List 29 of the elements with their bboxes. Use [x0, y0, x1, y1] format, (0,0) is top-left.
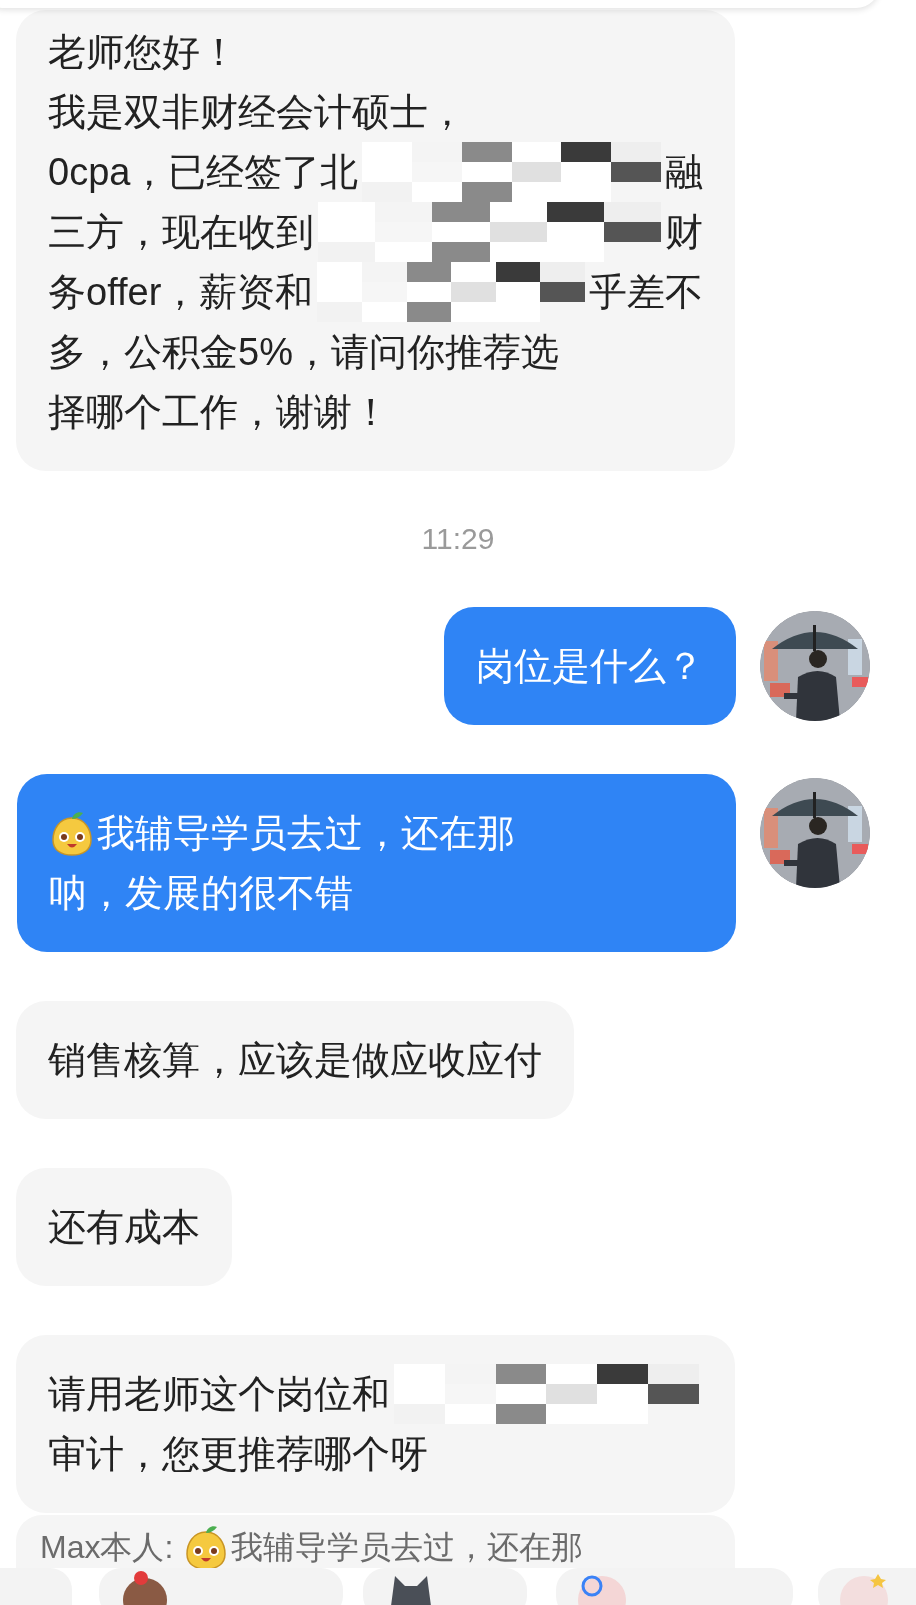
message-text: 三方，现在收到: [48, 210, 314, 255]
message-bubble[interactable]: 我辅导学员去过，还在那 呐，发展的很不错: [17, 774, 736, 952]
message-text: 呐，发展的很不错: [49, 871, 353, 916]
message-text: 融: [665, 150, 703, 195]
message-bubble[interactable]: 老师您好！ 我是双非财经会计硕士， 0cpa，已经签了北 融 三方，现在收到 财 务offer，薪资和 乎差不 多，公积金5%，请问你推荐选 择哪个工作，谢谢！: [16, 10, 735, 471]
quote-author: Max本人:: [40, 1528, 174, 1567]
message-text: 多，公积金5%，请问你推荐选: [48, 330, 559, 375]
message-bubble[interactable]: 销售核算，应该是做应收应付: [16, 1001, 574, 1119]
message-bubble[interactable]: 岗位是什么？: [444, 607, 736, 725]
message-text: 老师您好！: [48, 30, 238, 75]
message-text: 销售核算，应该是做应收应付: [48, 1038, 542, 1083]
message-bubble[interactable]: 还有成本: [16, 1168, 232, 1286]
message-text: 审计，您更推荐哪个呀: [48, 1432, 428, 1477]
reply-chip[interactable]: [363, 1568, 527, 1605]
emoji-icon: [49, 810, 95, 856]
message-text: 我辅导学员去过，还在那: [231, 1528, 584, 1567]
message-text: 乎差不: [589, 270, 703, 315]
timestamp: 11:29: [421, 521, 495, 557]
message-text: 请用老师这个岗位和: [48, 1372, 390, 1417]
message-text: 我是双非财经会计硕士，: [48, 90, 466, 135]
message-text: 0cpa，已经签了北: [48, 150, 359, 195]
message-text: 择哪个工作，谢谢！: [48, 390, 390, 435]
reply-chip[interactable]: [99, 1568, 343, 1605]
message-bubble[interactable]: 请用老师这个岗位和 审计，您更推荐哪个呀: [16, 1335, 735, 1513]
message-text: 财: [665, 210, 703, 255]
message-text: 岗位是什么？: [476, 644, 704, 689]
message-text: 还有成本: [48, 1205, 200, 1250]
message-text: 务offer，薪资和: [48, 270, 314, 315]
message-text: 我辅导学员去过，还在那: [97, 811, 515, 856]
